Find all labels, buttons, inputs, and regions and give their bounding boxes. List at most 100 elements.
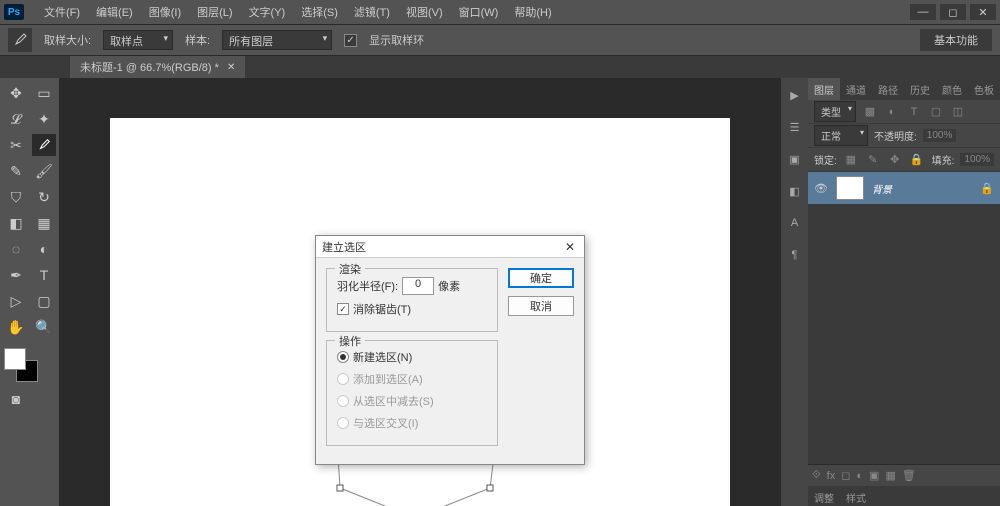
- menu-layer[interactable]: 图层(L): [189, 0, 240, 24]
- zoom-tool[interactable]: 🔍: [32, 316, 56, 338]
- op-int-radio: [337, 417, 349, 429]
- tab-adjustments[interactable]: 调整: [808, 486, 840, 506]
- foreground-color[interactable]: [4, 348, 26, 370]
- clone-stamp-tool[interactable]: ⛉: [4, 186, 28, 208]
- layer-style-icon[interactable]: fx: [827, 470, 836, 482]
- dialog-close-button[interactable]: ✕: [562, 240, 578, 254]
- link-layers-icon[interactable]: ⟐: [812, 469, 821, 482]
- minimize-button[interactable]: —: [910, 4, 936, 20]
- lock-transparent-icon[interactable]: ▦: [843, 152, 859, 168]
- lasso-tool[interactable]: 𝓛: [4, 108, 28, 130]
- fill-value[interactable]: 100%: [960, 153, 994, 166]
- tab-channels[interactable]: 通道: [840, 78, 872, 100]
- tab-color[interactable]: 颜色: [936, 78, 968, 100]
- dialog-body: 渲染 羽化半径(F): 0 像素 消除锯齿(T) 操作 新建选区(N): [316, 258, 584, 464]
- maximize-button[interactable]: ◻: [940, 4, 966, 20]
- menu-help[interactable]: 帮助(H): [506, 0, 559, 24]
- layer-row[interactable]: 👁 背景 🔒: [808, 172, 1000, 204]
- pen-tool[interactable]: ✒: [4, 264, 28, 286]
- collapsed-dock: ▶ ☰ ▣ ◧ A ¶: [780, 78, 808, 506]
- feather-unit: 像素: [438, 278, 460, 294]
- layer-mask-icon[interactable]: ◻: [841, 469, 850, 482]
- filter-type-icon[interactable]: T: [906, 104, 922, 120]
- blur-tool[interactable]: ◌: [4, 238, 28, 260]
- dialog-titlebar[interactable]: 建立选区 ✕: [316, 236, 584, 258]
- character-panel-icon[interactable]: A: [786, 214, 804, 232]
- adjustment-layer-icon[interactable]: ◐: [856, 470, 863, 482]
- menu-type[interactable]: 文字(Y): [241, 0, 294, 24]
- menu-file[interactable]: 文件(F): [36, 0, 88, 24]
- menu-image[interactable]: 图像(I): [141, 0, 189, 24]
- filter-adjustment-icon[interactable]: ◐: [884, 104, 900, 120]
- new-layer-icon[interactable]: ▦: [885, 469, 895, 482]
- blend-mode-select[interactable]: 正常: [814, 125, 868, 146]
- visibility-icon[interactable]: 👁: [814, 182, 828, 195]
- menu-filter[interactable]: 滤镜(T): [346, 0, 398, 24]
- quick-mask-toggle[interactable]: ◙: [4, 388, 28, 410]
- sample-layers-select[interactable]: 所有图层: [222, 30, 332, 50]
- cancel-button[interactable]: 取消: [508, 296, 574, 316]
- dodge-tool[interactable]: ◐: [32, 238, 56, 260]
- tab-layers[interactable]: 图层: [808, 78, 840, 100]
- actions-panel-icon[interactable]: ▣: [786, 150, 804, 168]
- show-sampling-ring-checkbox[interactable]: [344, 34, 357, 47]
- tab-paths[interactable]: 路径: [872, 78, 904, 100]
- move-tool[interactable]: ✥: [4, 82, 28, 104]
- opacity-value[interactable]: 100%: [923, 129, 957, 142]
- panels-area: 图层 通道 路径 历史 颜色 色板 类型 ▩ ◐ T ▢ ◫ 正常 不透明度: …: [808, 78, 1000, 506]
- feather-label: 羽化半径(F):: [337, 278, 398, 294]
- brush-tool[interactable]: 🖌: [32, 160, 56, 182]
- filter-pixel-icon[interactable]: ▩: [862, 104, 878, 120]
- op-new-radio[interactable]: [337, 351, 349, 363]
- eyedropper-preset-icon[interactable]: [8, 28, 32, 52]
- type-tool[interactable]: T: [32, 264, 56, 286]
- hand-tool[interactable]: ✋: [4, 316, 28, 338]
- gradient-tool[interactable]: ▦: [32, 212, 56, 234]
- path-selection-tool[interactable]: ▷: [4, 290, 28, 312]
- close-tab-icon[interactable]: ✕: [227, 62, 235, 73]
- menubar: 文件(F) 编辑(E) 图像(I) 图层(L) 文字(Y) 选择(S) 滤镜(T…: [36, 0, 560, 24]
- tab-history[interactable]: 历史: [904, 78, 936, 100]
- tab-styles[interactable]: 样式: [840, 486, 872, 506]
- eyedropper-tool[interactable]: [32, 134, 56, 156]
- marquee-tool[interactable]: ▭: [32, 82, 56, 104]
- sample-size-select[interactable]: 取样点: [103, 30, 173, 50]
- make-selection-dialog: 建立选区 ✕ 渲染 羽化半径(F): 0 像素 消除锯齿(T) 操作: [315, 235, 585, 465]
- lock-pixels-icon[interactable]: ✎: [865, 152, 881, 168]
- show-sampling-ring-label: 显示取样环: [369, 32, 424, 48]
- eraser-tool[interactable]: ◧: [4, 212, 28, 234]
- crop-tool[interactable]: ✂: [4, 134, 28, 156]
- properties-panel-icon[interactable]: ◧: [786, 182, 804, 200]
- history-brush-tool[interactable]: ↻: [32, 186, 56, 208]
- tab-swatches[interactable]: 色板: [968, 78, 1000, 100]
- lock-position-icon[interactable]: ✥: [887, 152, 903, 168]
- menu-select[interactable]: 选择(S): [293, 0, 346, 24]
- filter-shape-icon[interactable]: ▢: [928, 104, 944, 120]
- paragraph-panel-icon[interactable]: ¶: [786, 246, 804, 264]
- history-panel-icon[interactable]: ☰: [786, 118, 804, 136]
- menu-view[interactable]: 视图(V): [398, 0, 451, 24]
- layer-thumbnail[interactable]: [836, 176, 864, 200]
- rectangle-tool[interactable]: ▢: [32, 290, 56, 312]
- delete-layer-icon[interactable]: 🗑: [902, 469, 916, 482]
- document-tab[interactable]: 未标题-1 @ 66.7%(RGB/8) * ✕: [70, 56, 245, 78]
- filter-smart-icon[interactable]: ◫: [950, 104, 966, 120]
- feather-input[interactable]: 0: [402, 277, 434, 295]
- opacity-label: 不透明度:: [874, 128, 917, 143]
- op-add-label: 添加到选区(A): [353, 371, 423, 387]
- magic-wand-tool[interactable]: ✦: [32, 108, 56, 130]
- ok-button[interactable]: 确定: [508, 268, 574, 288]
- workspace-switcher[interactable]: 基本功能: [920, 29, 992, 51]
- healing-brush-tool[interactable]: ✎: [4, 160, 28, 182]
- filter-kind-select[interactable]: 类型: [814, 101, 856, 122]
- close-button[interactable]: ✕: [970, 4, 996, 20]
- lock-all-icon[interactable]: 🔒: [909, 152, 925, 168]
- window-controls: — ◻ ✕: [910, 4, 996, 20]
- sample-size-label: 取样大小:: [44, 32, 91, 48]
- menu-edit[interactable]: 编辑(E): [88, 0, 141, 24]
- antialias-checkbox[interactable]: [337, 303, 349, 315]
- menu-window[interactable]: 窗口(W): [451, 0, 507, 24]
- layer-name[interactable]: 背景: [872, 181, 892, 196]
- play-icon[interactable]: ▶: [786, 86, 804, 104]
- group-icon[interactable]: ▣: [869, 469, 879, 482]
